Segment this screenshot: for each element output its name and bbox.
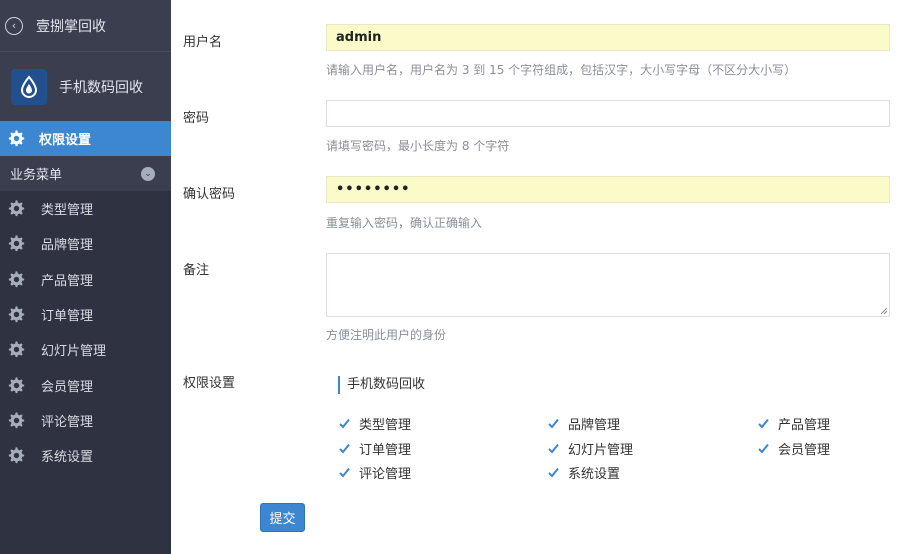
remark-textarea[interactable] [326, 253, 890, 317]
sidebar-header[interactable]: ‹ 壹捌掌回收 [0, 0, 171, 52]
checkmark-icon[interactable] [338, 466, 351, 479]
checkmark-icon[interactable] [338, 417, 351, 430]
username-hint: 请输入用户名，用户名为 3 到 15 个字符组成，包括汉字，大小写字母（不区分大… [326, 63, 797, 77]
site-title: 壹捌掌回收 [36, 18, 106, 35]
sidebar-item-label: 品牌管理 [41, 238, 94, 254]
checkmark-icon[interactable] [338, 442, 351, 455]
checkbox-label: 类型管理 [359, 418, 412, 433]
username-label: 用户名 [183, 35, 223, 50]
sidebar-item-system[interactable]: 系统设置 [0, 438, 171, 473]
checkmark-icon[interactable] [547, 442, 560, 455]
submit-button[interactable]: 提交 [260, 503, 305, 532]
business-menu-header[interactable]: 业务菜单 ⌄ [0, 156, 171, 191]
business-menu: 类型管理 品牌管理 产品管理 订单管理 幻灯片管理 会员管理 评论管理 系统设置 [0, 191, 171, 473]
sidebar: ‹ 壹捌掌回收 手机数码回收 权限设置 业务菜单 ⌄ 类型管理 品牌管理 产品管… [0, 0, 171, 554]
perm-checkbox-order[interactable]: 订单管理 [338, 439, 411, 458]
checkmark-icon[interactable] [757, 442, 770, 455]
checkbox-label: 系统设置 [568, 467, 621, 482]
sidebar-item-label: 会员管理 [41, 379, 94, 395]
password-input[interactable] [326, 100, 890, 127]
remark-hint: 方便注明此用户的身份 [326, 328, 447, 342]
app-logo-icon [11, 68, 47, 105]
perm-checkbox-comment[interactable]: 评论管理 [338, 463, 411, 482]
perm-checkbox-slideshow[interactable]: 幻灯片管理 [547, 439, 633, 458]
user-form: 用户名 admin 请输入用户名，用户名为 3 到 15 个字符组成，包括汉字，… [171, 0, 915, 554]
permission-group-title: 手机数码回收 [338, 376, 425, 394]
sidebar-item-label: 系统设置 [41, 450, 94, 466]
sidebar-item-label: 幻灯片管理 [41, 344, 107, 360]
sidebar-item-label: 订单管理 [41, 309, 94, 325]
remark-label: 备注 [183, 263, 210, 278]
gear-icon [8, 235, 25, 252]
gear-icon [8, 377, 25, 393]
checkbox-label: 幻灯片管理 [568, 443, 634, 458]
perm-checkbox-type[interactable]: 类型管理 [338, 414, 411, 433]
sidebar-item-product[interactable]: 产品管理 [0, 262, 171, 297]
sidebar-item-comment[interactable]: 评论管理 [0, 403, 171, 438]
perm-checkbox-system[interactable]: 系统设置 [547, 463, 620, 482]
password-label: 密码 [183, 111, 210, 126]
permission-label: 权限设置 [183, 376, 236, 391]
checkbox-label: 品牌管理 [568, 418, 621, 433]
perm-checkbox-product[interactable]: 产品管理 [757, 414, 830, 433]
checkbox-label: 会员管理 [778, 443, 831, 458]
resize-handle-icon[interactable] [880, 307, 888, 315]
confirm-password-input[interactable]: •••••••• [326, 176, 890, 203]
checkbox-label: 产品管理 [778, 418, 831, 433]
sidebar-item-label: 产品管理 [41, 273, 94, 289]
sidebar-item-label: 评论管理 [41, 414, 94, 430]
gear-icon [8, 412, 25, 429]
chevron-down-icon[interactable]: ⌄ [141, 166, 155, 181]
gear-icon [8, 271, 25, 287]
sidebar-item-brand[interactable]: 品牌管理 [0, 226, 171, 261]
app-switcher[interactable]: 手机数码回收 [0, 52, 171, 121]
checkmark-icon[interactable] [547, 466, 560, 479]
sidebar-item-slideshow[interactable]: 幻灯片管理 [0, 332, 171, 367]
perm-checkbox-member[interactable]: 会员管理 [757, 439, 830, 458]
confirm-password-hint: 重复输入密码，确认正确输入 [326, 216, 483, 230]
checkmark-icon[interactable] [757, 417, 770, 430]
gear-icon [8, 130, 25, 147]
gear-icon [8, 447, 25, 464]
sidebar-item-permission-settings[interactable]: 权限设置 [0, 121, 171, 156]
sidebar-item-label: 类型管理 [41, 203, 94, 219]
app-name: 手机数码回收 [59, 79, 143, 96]
confirm-password-label: 确认密码 [183, 187, 236, 202]
perm-checkbox-brand[interactable]: 品牌管理 [547, 414, 620, 433]
checkmark-icon[interactable] [547, 417, 560, 430]
back-arrow-icon[interactable]: ‹ [5, 16, 23, 35]
gear-icon [8, 306, 25, 323]
gear-icon [8, 200, 25, 217]
sidebar-item-label: 权限设置 [39, 133, 92, 148]
section-title: 业务菜单 [10, 168, 63, 183]
checkbox-label: 订单管理 [359, 443, 412, 458]
sidebar-item-type[interactable]: 类型管理 [0, 191, 171, 226]
username-input[interactable]: admin [326, 24, 890, 51]
sidebar-item-member[interactable]: 会员管理 [0, 367, 171, 402]
checkbox-label: 评论管理 [359, 467, 412, 482]
sidebar-item-order[interactable]: 订单管理 [0, 297, 171, 332]
gear-icon [8, 341, 25, 358]
password-hint: 请填写密码，最小长度为 8 个字符 [326, 139, 510, 153]
